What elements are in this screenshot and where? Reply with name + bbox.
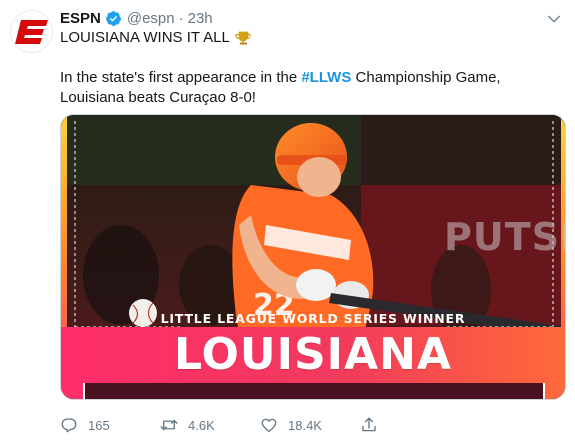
heart-icon <box>261 418 277 433</box>
retweet-button[interactable]: 4.6K <box>160 413 260 437</box>
media-title: LOUISIANA <box>174 329 452 380</box>
tweet-headline: LOUISIANA WINS IT ALL <box>60 29 230 46</box>
retweet-count: 4.6K <box>188 417 215 433</box>
tweet-header: ESPN @espn · 23h <box>60 8 213 28</box>
tweet-body: In the state's first appearance in the #… <box>60 68 560 108</box>
media-subtitle: LITTLE LEAGUE WORLD SERIES WINNER <box>160 311 466 326</box>
like-count: 18.4K <box>288 417 322 433</box>
share-icon <box>362 417 376 432</box>
background-sign-text: PUTSEE <box>444 215 565 259</box>
espn-logo-icon <box>14 19 48 44</box>
more-options-chevron-icon[interactable] <box>545 10 563 28</box>
tweet-text: LOUISIANA WINS IT ALL In the state's fir… <box>60 28 560 108</box>
reply-icon <box>61 418 77 433</box>
share-button[interactable] <box>360 413 390 437</box>
trophy-icon <box>235 30 252 46</box>
tweet-actions: 165 4.6K 18.4K <box>60 413 390 437</box>
tweet-card[interactable]: ESPN @espn · 23h LOUISIANA WINS IT ALL I… <box>0 0 575 444</box>
separator-dot: · <box>178 9 184 27</box>
hashtag-link[interactable]: #LLWS <box>301 69 351 86</box>
verified-badge-icon <box>105 10 122 27</box>
retweet-icon <box>160 419 178 431</box>
reply-count: 165 <box>88 417 110 433</box>
display-name[interactable]: ESPN <box>60 10 101 27</box>
tweet-body-start: In the state's first appearance in the <box>60 69 302 86</box>
reply-button[interactable]: 165 <box>60 413 160 437</box>
handle[interactable]: @espn <box>127 10 175 27</box>
avatar[interactable] <box>10 10 53 53</box>
timestamp[interactable]: 23h <box>188 10 213 27</box>
tweet-media-image[interactable]: 22 PUTSEE LI <box>60 114 566 400</box>
like-button[interactable]: 18.4K <box>260 413 360 437</box>
